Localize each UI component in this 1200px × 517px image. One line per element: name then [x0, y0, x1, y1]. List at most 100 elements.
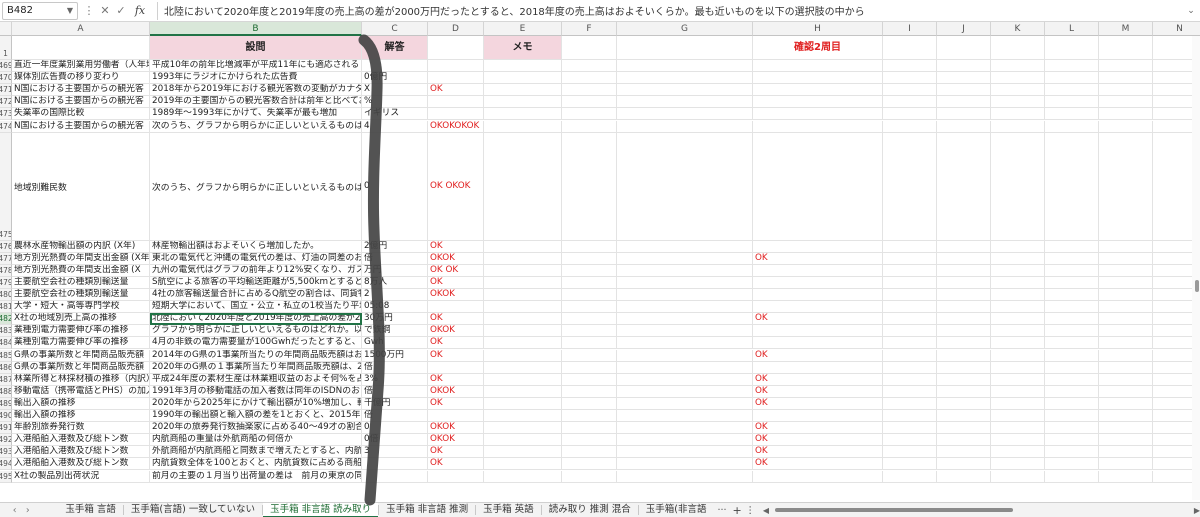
table-cell[interactable] [1045, 470, 1099, 483]
row-header-481[interactable]: 481 [0, 301, 12, 314]
table-cell[interactable] [562, 446, 617, 459]
table-cell[interactable] [562, 264, 617, 277]
row-topic[interactable]: G県の事業所数と年間商品販売額 [12, 361, 150, 374]
table-cell[interactable] [1045, 361, 1099, 374]
table-cell[interactable] [991, 72, 1045, 85]
row-question[interactable]: 東北の電気代と沖縄の電気代の差は、灯油の同差のお [150, 252, 362, 265]
sheet-tab[interactable]: 読み取り 推測 混合 [542, 503, 638, 517]
row-topic[interactable]: 媒体別広告費の移り変わり [12, 72, 150, 85]
row-question[interactable]: 1991年3月の移動電話の加入者数は同年のISDNのおよ [150, 385, 362, 398]
cancel-icon[interactable]: ✕ [97, 4, 113, 17]
row-result[interactable]: OKOK [428, 385, 484, 398]
more-sheets-icon[interactable]: ··· [713, 505, 730, 516]
column-header-k[interactable]: K [991, 22, 1045, 36]
table-cell[interactable] [1045, 84, 1099, 97]
table-cell[interactable] [484, 313, 562, 326]
row-header-492[interactable]: 492 [0, 434, 12, 447]
table-cell[interactable] [1045, 458, 1099, 471]
scroll-right-icon[interactable]: ▶ [1194, 503, 1200, 517]
table-cell[interactable] [883, 240, 937, 253]
table-cell[interactable] [883, 422, 937, 435]
table-cell[interactable] [1099, 325, 1153, 338]
row-header-489[interactable]: 489 [0, 397, 12, 410]
table-cell[interactable] [1099, 301, 1153, 314]
row-answer[interactable] [362, 470, 428, 483]
table-cell[interactable] [1045, 301, 1099, 314]
table-cell[interactable] [883, 361, 937, 374]
row-question[interactable]: 1989年〜1993年にかけて、失業率が最も増加 [150, 108, 362, 121]
row-second-check[interactable]: OK [753, 349, 883, 362]
row-topic[interactable]: 失業率の国際比較 [12, 108, 150, 121]
row-topic[interactable]: N国における主要国からの観光客 [12, 120, 150, 133]
table-cell[interactable] [617, 289, 753, 302]
table-cell[interactable] [1045, 422, 1099, 435]
row-result[interactable]: OKOK [428, 325, 484, 338]
row-second-check[interactable]: OK [753, 252, 883, 265]
row-header-494[interactable]: 494 [0, 458, 12, 471]
sheet-tab[interactable]: 玉手箱 非言語 推測 [379, 503, 475, 517]
table-cell[interactable] [991, 446, 1045, 459]
row-header-472[interactable]: 472 [0, 96, 12, 109]
table-cell[interactable] [1045, 264, 1099, 277]
table-cell[interactable] [1045, 108, 1099, 121]
table-cell[interactable] [484, 385, 562, 398]
row-header-473[interactable]: 473 [0, 108, 12, 121]
row-topic[interactable]: N国における主要国からの観光客 [12, 84, 150, 97]
row-question[interactable]: 平成24年度の素材生産は林業粗収益のおよそ何%を占め [150, 373, 362, 386]
row-topic[interactable]: 林業所得と林採材積の推移（内訳） [12, 373, 150, 386]
row-question[interactable]: 1993年にラジオにかけられた広告費 [150, 72, 362, 85]
table-cell[interactable] [1099, 120, 1153, 133]
column-header-l[interactable]: L [1045, 22, 1099, 36]
row-question[interactable]: 内航商船の重量は外航商船の何倍か [150, 434, 362, 447]
table-cell[interactable] [1099, 373, 1153, 386]
table-cell[interactable] [484, 361, 562, 374]
table-cell[interactable] [991, 252, 1045, 265]
cell-g1[interactable] [617, 36, 753, 60]
table-cell[interactable] [937, 397, 991, 410]
row-result[interactable]: OK [428, 446, 484, 459]
column-header-g[interactable]: G [617, 22, 753, 36]
row-answer[interactable]: 0 [362, 132, 428, 241]
table-cell[interactable] [937, 422, 991, 435]
row-answer[interactable]: 倍 [362, 361, 428, 374]
row-topic[interactable]: 入港船舶入港数及び総トン数 [12, 446, 150, 459]
table-cell[interactable] [617, 60, 753, 73]
table-cell[interactable] [617, 373, 753, 386]
table-cell[interactable] [1099, 60, 1153, 73]
table-cell[interactable] [1099, 289, 1153, 302]
column-header-n[interactable]: N [1153, 22, 1200, 36]
row-second-check[interactable] [753, 60, 883, 73]
sheet-options-icon[interactable]: ⋮ [744, 505, 757, 516]
table-cell[interactable] [484, 108, 562, 121]
table-cell[interactable] [883, 385, 937, 398]
row-second-check[interactable] [753, 108, 883, 121]
table-cell[interactable] [1099, 470, 1153, 483]
row-second-check[interactable] [753, 337, 883, 350]
table-cell[interactable] [1045, 240, 1099, 253]
table-cell[interactable] [937, 72, 991, 85]
table-cell[interactable] [883, 313, 937, 326]
table-cell[interactable] [883, 72, 937, 85]
table-cell[interactable] [937, 434, 991, 447]
table-cell[interactable] [562, 84, 617, 97]
prev-sheet-icon[interactable]: ‹ [8, 505, 21, 516]
row-question[interactable]: 2020年から2025年にかけて輸出額が10%増加し、輸入 [150, 397, 362, 410]
row-header-490[interactable]: 490 [0, 410, 12, 423]
scroll-left-icon[interactable]: ◀ [763, 503, 769, 517]
table-cell[interactable] [1045, 337, 1099, 350]
table-cell[interactable] [937, 252, 991, 265]
row-header-483[interactable]: 483 [0, 325, 12, 338]
table-cell[interactable] [617, 349, 753, 362]
row-topic[interactable]: X社の製品別出荷状況 [12, 470, 150, 483]
column-header-i[interactable]: I [883, 22, 937, 36]
table-cell[interactable] [937, 458, 991, 471]
table-cell[interactable] [883, 434, 937, 447]
table-cell[interactable] [883, 397, 937, 410]
row-answer[interactable]: X [362, 84, 428, 97]
row-result[interactable] [428, 361, 484, 374]
row-result[interactable]: OK [428, 373, 484, 386]
table-cell[interactable] [484, 60, 562, 73]
row-second-check[interactable] [753, 132, 883, 241]
table-cell[interactable] [991, 264, 1045, 277]
table-cell[interactable] [1099, 385, 1153, 398]
